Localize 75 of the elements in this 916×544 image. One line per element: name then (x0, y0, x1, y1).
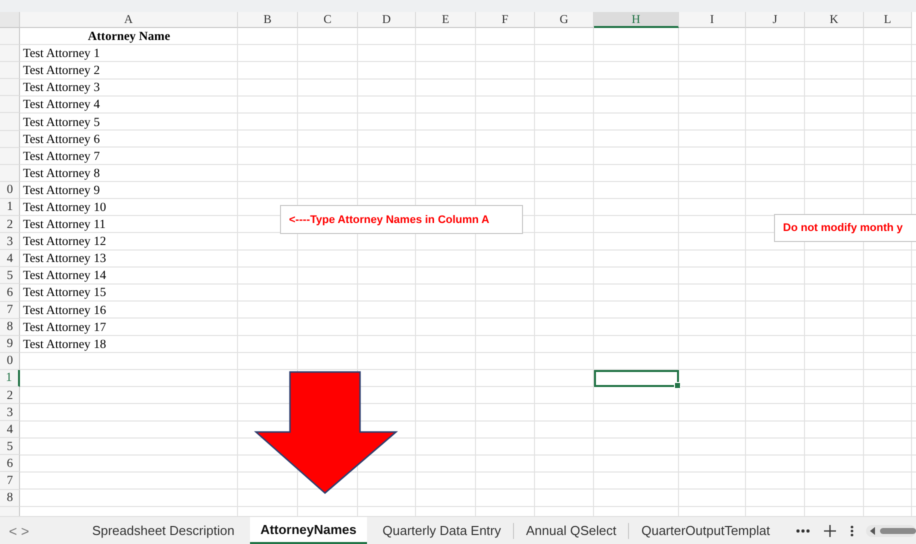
column-header[interactable]: H (594, 12, 679, 28)
row-header[interactable] (0, 148, 20, 165)
sheet-tab[interactable]: QuarterOutputTemplat (629, 517, 782, 544)
next-sheet-button[interactable]: > (20, 522, 30, 538)
table-cell-text: Test Attorney 5 (22, 114, 100, 130)
row-header[interactable]: 4 (0, 421, 20, 438)
column-header[interactable]: B (238, 12, 298, 28)
sheet-tab[interactable]: Annual QSelect (514, 517, 628, 544)
row-header[interactable]: 3 (0, 233, 20, 250)
row-header[interactable]: 1 (0, 198, 20, 216)
row-header[interactable]: 6 (0, 284, 20, 302)
row-header[interactable]: 0 (0, 182, 20, 199)
text-box: <----Type Attorney Names in Column A (280, 205, 523, 234)
row-header[interactable] (0, 28, 20, 46)
column-header[interactable]: G (535, 12, 594, 28)
row-header[interactable]: 4 (0, 250, 20, 268)
table-cell-text: Test Attorney 3 (22, 80, 100, 96)
table-cell-text: Test Attorney 13 (22, 251, 106, 266)
row-header[interactable]: 5 (0, 267, 20, 284)
table-cell-text: Test Attorney 10 (22, 200, 106, 215)
row-header[interactable] (0, 130, 20, 148)
row-header[interactable]: 7 (0, 302, 20, 319)
table-cell-text: Test Attorney 9 (22, 182, 100, 198)
table-cell-text: Test Attorney 7 (22, 148, 100, 164)
sheet-tab[interactable]: Spreadsheet Description (80, 517, 246, 544)
table-cell-text: Test Attorney 8 (22, 166, 100, 181)
fill-handle[interactable] (674, 382, 681, 389)
table-cell-text: Test Attorney 18 (22, 336, 106, 352)
sheet-tab[interactable]: Quarterly Data Entry (370, 517, 514, 544)
row-header[interactable]: 2 (0, 386, 20, 404)
table-cell-text: Test Attorney 2 (22, 63, 100, 78)
table-cell-text: Test Attorney 1 (22, 46, 100, 62)
row-header[interactable]: 2 (0, 216, 20, 234)
add-sheet-icon[interactable] (824, 524, 836, 536)
row-header[interactable] (0, 96, 20, 114)
row-header[interactable]: 5 (0, 438, 20, 456)
row-header[interactable]: 8 (0, 490, 20, 507)
row-header[interactable]: 9 (0, 336, 20, 353)
select-all-corner[interactable] (0, 12, 20, 28)
row-header[interactable]: 7 (0, 472, 20, 490)
sheet-tab[interactable]: AttorneyNames (250, 517, 367, 544)
table-cell-text: Test Attorney 17 (22, 320, 106, 335)
column-header[interactable]: A (20, 12, 238, 28)
text-box: Do not modify month y (774, 214, 916, 242)
table-cell-text: Test Attorney 15 (22, 285, 106, 300)
row-header[interactable]: 0 (0, 352, 20, 370)
table-cell-text: Test Attorney 12 (22, 234, 106, 250)
column-header[interactable]: D (358, 12, 416, 28)
column-header[interactable]: C (298, 12, 358, 28)
column-header[interactable]: I (679, 12, 746, 28)
table-cell-text: Test Attorney 6 (22, 132, 100, 147)
row-header[interactable]: 3 (0, 404, 20, 422)
column-title: Attorney Name (88, 29, 170, 44)
row-header[interactable]: 6 (0, 455, 20, 472)
menu-icon[interactable] (850, 524, 854, 536)
more-icon[interactable] (796, 528, 810, 532)
row-header[interactable] (0, 164, 20, 182)
row-header[interactable] (0, 45, 20, 62)
table-cell-text: Test Attorney 11 (22, 217, 106, 232)
row-header[interactable] (0, 62, 20, 80)
table-cell-text: Test Attorney 4 (22, 97, 100, 112)
column-header[interactable]: E (416, 12, 476, 28)
row-header[interactable]: 1 (0, 370, 20, 387)
table-cell-text: Test Attorney 14 (22, 268, 106, 284)
row-header[interactable] (0, 113, 20, 131)
row-header[interactable] (0, 79, 20, 96)
selected-cell[interactable] (594, 370, 679, 387)
table-cell-text: Test Attorney 16 (22, 302, 106, 318)
horizontal-scrollbar[interactable] (866, 524, 916, 536)
column-header[interactable]: K (805, 12, 864, 28)
column-header[interactable]: L (864, 12, 912, 28)
row-header[interactable]: 8 (0, 318, 20, 336)
column-header[interactable]: J (746, 12, 805, 28)
previous-sheet-button[interactable]: < (8, 522, 18, 538)
column-header[interactable]: F (476, 12, 535, 28)
